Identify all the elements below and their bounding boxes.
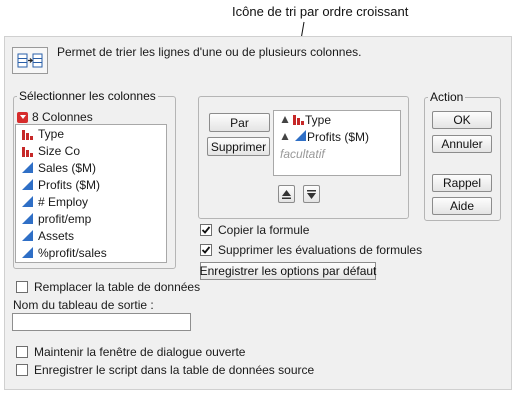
callout-text: Icône de tri par ordre croissant [232,4,409,19]
column-count-label: 8 Colonnes [32,110,93,124]
continuous-triangle-icon [21,246,34,259]
continuous-triangle-icon [21,178,34,191]
replace-table-label: Remplacer la table de données [34,280,201,294]
column-list-item-label: %profit/sales [38,245,107,260]
replace-table-checkbox[interactable] [16,281,28,293]
by-button[interactable]: Par [209,113,270,132]
save-script-option[interactable]: Enregistrer le script dans la table de d… [16,363,314,377]
continuous-triangle-icon [21,161,34,174]
continuous-triangle-icon [294,129,307,145]
red-triangle-menu-icon[interactable] [17,111,28,123]
ascending-sort-icon[interactable] [280,114,290,126]
column-list-item[interactable]: profit/emp [16,210,166,227]
ascending-sort-icon[interactable] [280,131,290,143]
copy-formula-checkbox[interactable] [200,224,212,236]
column-list-item[interactable]: Sales ($M) [16,159,166,176]
keep-dialog-open-checkbox[interactable] [16,346,28,358]
recall-button[interactable]: Rappel [432,174,492,192]
sort-table-icon [12,47,48,74]
action-legend: Action [430,90,464,104]
suppress-formula-eval-option[interactable]: Supprimer les évaluations de formules [200,243,422,257]
output-table-name-input[interactable] [12,313,191,331]
nominal-bar-icon [21,144,34,157]
cancel-button[interactable]: Annuler [432,135,492,153]
keep-dialog-open-option[interactable]: Maintenir la fenêtre de dialogue ouverte [16,345,245,359]
column-list-item-label: Profits ($M) [38,177,101,192]
column-list-item[interactable]: # Employ [16,193,166,210]
copy-formula-option[interactable]: Copier la formule [200,223,309,237]
column-list-item-label: Type [38,126,65,141]
column-list-item[interactable]: Profits ($M) [16,176,166,193]
nominal-bar-icon [21,127,34,140]
continuous-triangle-icon [21,212,34,225]
output-table-name-label: Nom du tableau de sortie : [13,298,154,312]
sort-by-item-label: Profits ($M) [307,129,370,144]
column-list-item-label: Sales ($M) [38,160,97,175]
sort-by-list-item[interactable]: Type [274,111,400,128]
nominal-bar-icon [292,112,305,128]
save-script-label: Enregistrer le script dans la table de d… [34,363,315,377]
dialog-description: Permet de trier les lignes d'une ou de p… [57,45,362,59]
descending-order-button-icon[interactable] [303,185,320,203]
continuous-triangle-icon [21,229,34,242]
sort-by-list[interactable]: Type Profits ($M) facultatif [273,110,401,176]
continuous-triangle-icon [21,195,34,208]
save-script-checkbox[interactable] [16,364,28,376]
replace-table-option[interactable]: Remplacer la table de données [16,280,200,294]
remove-button[interactable]: Supprimer [207,137,270,156]
suppress-formula-eval-checkbox[interactable] [200,244,212,256]
ascending-order-button-icon[interactable] [278,185,295,203]
column-list-item[interactable]: Size Co [16,142,166,159]
sort-by-list-item[interactable]: Profits ($M) [274,128,400,145]
column-list-item[interactable]: Type [16,125,166,142]
column-list[interactable]: Type Size Co Sales ($M) Profits ($M) # Emplo… [15,124,167,263]
column-list-item-label: # Employ [38,194,89,209]
save-default-options-button[interactable]: Enregistrer les options par défaut [200,262,376,280]
keep-dialog-open-label: Maintenir la fenêtre de dialogue ouverte [34,345,246,359]
help-button[interactable]: Aide [432,197,492,215]
select-columns-legend: Sélectionner les colonnes [19,89,156,103]
column-list-item[interactable]: %profit/sales [16,244,166,261]
sort-by-item-label: Type [305,112,332,127]
column-list-item[interactable]: Assets [16,227,166,244]
suppress-formula-eval-label: Supprimer les évaluations de formules [218,243,423,257]
column-count-row[interactable]: 8 Colonnes [17,110,93,124]
column-list-item-label: Size Co [38,143,81,158]
column-list-item-label: Assets [38,228,75,243]
column-list-item-label: profit/emp [38,211,92,226]
copy-formula-label: Copier la formule [218,223,310,237]
optional-placeholder: facultatif [280,147,325,161]
ok-button[interactable]: OK [432,111,492,129]
